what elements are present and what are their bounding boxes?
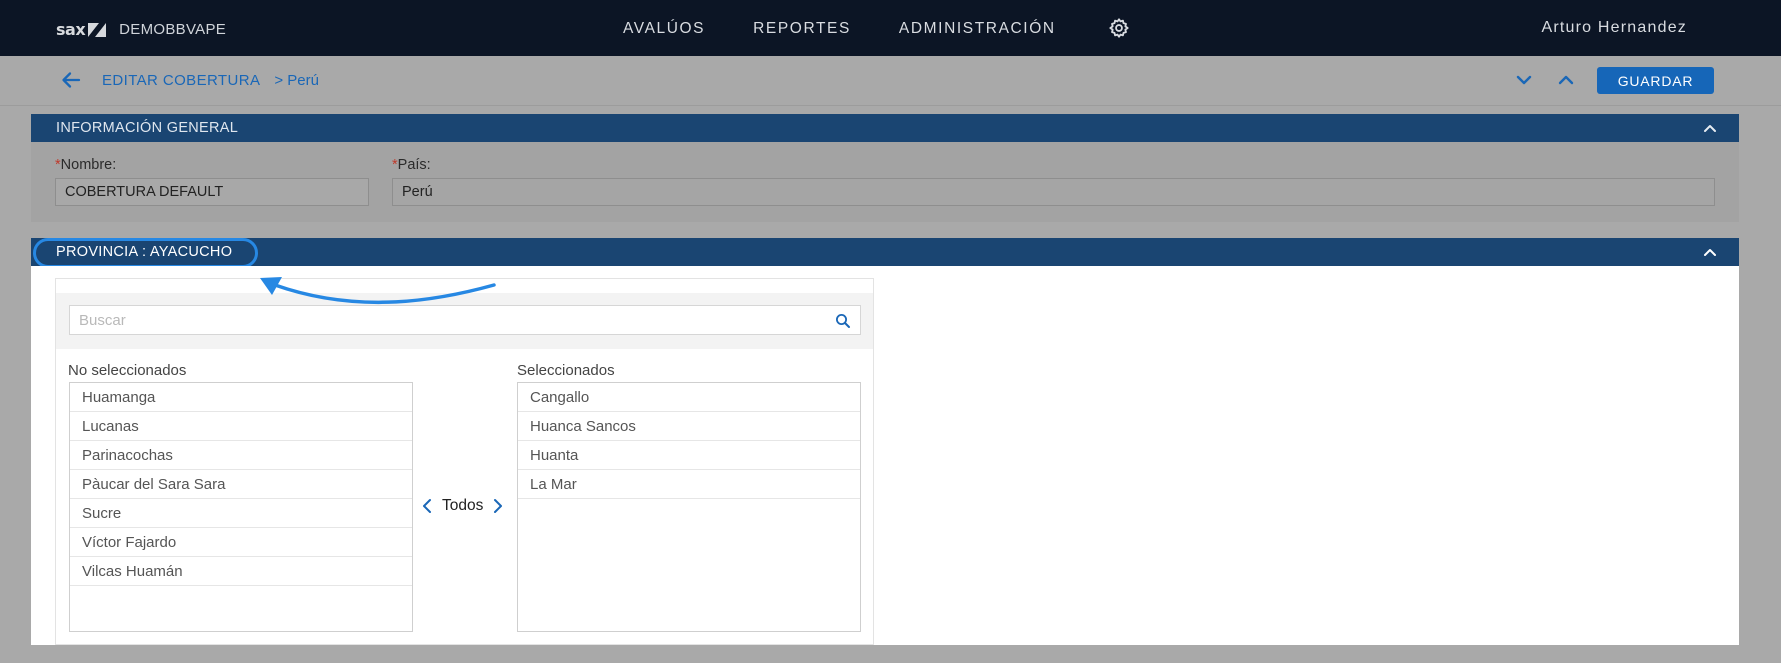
- move-all-controls: Todos: [420, 497, 505, 515]
- brand-name: DEMOBBVAPE: [119, 21, 227, 38]
- dual-list-selector: No seleccionados Huamanga Lucanas Parina…: [55, 278, 874, 645]
- section-header-general[interactable]: INFORMACIÓN GENERAL: [31, 114, 1739, 142]
- logo-mark-icon: [88, 22, 107, 37]
- arrow-left-icon[interactable]: [60, 69, 82, 91]
- user-menu[interactable]: Arturo Hernandez: [1542, 19, 1688, 37]
- brand-logo: sax: [56, 20, 86, 39]
- breadcrumb: EDITAR COBERTURA > Perú: [102, 72, 319, 89]
- list-item[interactable]: Vilcas Huamán: [70, 557, 412, 586]
- chevron-down-icon[interactable]: [1514, 70, 1534, 90]
- list-item[interactable]: Huanta: [518, 441, 860, 470]
- highlight-ring: [33, 238, 258, 268]
- section-header-provincia[interactable]: PROVINCIA : AYACUCHO: [31, 238, 1739, 266]
- name-field[interactable]: [55, 178, 369, 206]
- list-item[interactable]: Huamanga: [70, 383, 412, 412]
- chevron-up-icon[interactable]: [1703, 245, 1717, 259]
- selected-title: Seleccionados: [517, 362, 615, 379]
- list-item[interactable]: La Mar: [518, 470, 860, 499]
- breadcrumb-country: > Perú: [274, 72, 319, 89]
- list-item[interactable]: Sucre: [70, 499, 412, 528]
- menu-item-avaluos[interactable]: AVALÚOS: [623, 20, 705, 38]
- menu-item-administracion[interactable]: ADMINISTRACIÓN: [899, 20, 1056, 38]
- list-item[interactable]: Víctor Fajardo: [70, 528, 412, 557]
- section-title: INFORMACIÓN GENERAL: [56, 120, 239, 136]
- menu-item-reportes[interactable]: REPORTES: [753, 20, 851, 38]
- chevron-right-icon[interactable]: [491, 497, 505, 515]
- list-item[interactable]: Cangallo: [518, 383, 860, 412]
- list-item[interactable]: Pàucar del Sara Sara: [70, 470, 412, 499]
- annotation-arrow-icon: [260, 277, 496, 305]
- country-field: [392, 178, 1715, 206]
- main-menu: AVALÚOS REPORTES ADMINISTRACIÓN: [623, 17, 1130, 39]
- list-item[interactable]: Lucanas: [70, 412, 412, 441]
- chevron-up-icon[interactable]: [1703, 121, 1717, 135]
- search-button[interactable]: [825, 305, 861, 335]
- save-button[interactable]: GUARDAR: [1597, 67, 1714, 94]
- list-item[interactable]: Huanca Sancos: [518, 412, 860, 441]
- selected-list[interactable]: Cangallo Huanca Sancos Huanta La Mar: [517, 382, 861, 632]
- brand[interactable]: sax DEMOBBVAPE: [56, 20, 226, 39]
- name-field-label: *Nombre:: [55, 157, 116, 173]
- unselected-title: No seleccionados: [68, 362, 187, 379]
- country-label-text: País:: [397, 157, 431, 173]
- chevron-left-icon[interactable]: [420, 497, 434, 515]
- page-title[interactable]: EDITAR COBERTURA: [102, 72, 260, 89]
- search-icon: [836, 314, 850, 328]
- page-header: EDITAR COBERTURA > Perú GUARDAR: [0, 56, 1781, 106]
- list-item[interactable]: Parinacochas: [70, 441, 412, 470]
- move-all-label[interactable]: Todos: [442, 497, 483, 515]
- top-nav: sax DEMOBBVAPE AVALÚOS REPORTES ADMINIST…: [0, 0, 1781, 56]
- country-field-label: *País:: [392, 157, 431, 173]
- gear-icon[interactable]: [1108, 17, 1130, 39]
- name-label-text: Nombre:: [60, 157, 117, 173]
- unselected-list[interactable]: Huamanga Lucanas Parinacochas Pàucar del…: [69, 382, 413, 632]
- chevron-up-icon[interactable]: [1556, 70, 1576, 90]
